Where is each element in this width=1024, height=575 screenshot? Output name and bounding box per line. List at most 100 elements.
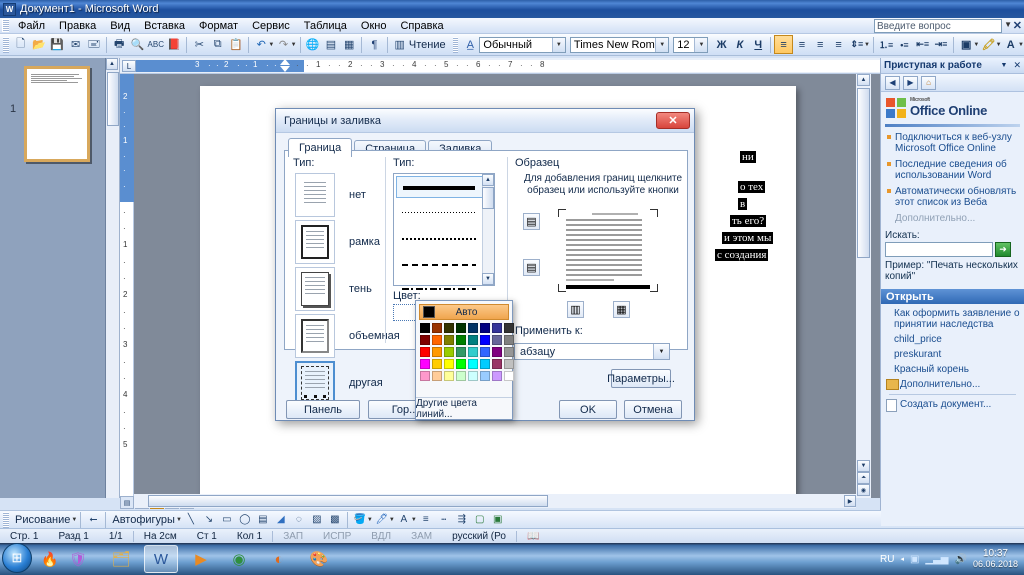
show-formatting-marks-icon[interactable]: ¶ [365, 35, 383, 54]
task-pane-link-connect[interactable]: Подключиться к веб-узлу Microsoft Office… [885, 132, 1020, 154]
bold-button[interactable]: Ж [712, 35, 730, 54]
increase-indent-button[interactable]: ⇥≡ [932, 35, 950, 54]
tray-language[interactable]: RU [880, 554, 894, 565]
cancel-button[interactable]: Отмена [624, 400, 682, 419]
recent-file-2[interactable]: child_price [885, 334, 1020, 345]
recent-file-3[interactable]: preskurant [885, 349, 1020, 360]
status-overtype[interactable]: ЗАМ [401, 531, 442, 542]
insert-table-icon[interactable]: ▦ [340, 35, 358, 54]
menu-tools[interactable]: Сервис [245, 19, 297, 33]
open-more-link[interactable]: Дополнительно... [885, 379, 1020, 390]
color-swatch-12[interactable] [468, 335, 478, 345]
status-record[interactable]: ЗАП [273, 531, 313, 542]
taskbar-clock[interactable]: 10:37 06.06.2018 [973, 548, 1018, 570]
taskbar-chrome[interactable]: ◉ [222, 545, 256, 573]
thumbnail-page-1[interactable] [24, 66, 90, 162]
color-swatch-31[interactable] [504, 359, 514, 369]
close-icon[interactable]: ✕ [1013, 60, 1021, 71]
select-objects-icon[interactable]: ⭠ [84, 512, 102, 528]
align-justify-button[interactable]: ≡ [829, 35, 847, 54]
browse-object-icon[interactable]: ◉ [857, 484, 870, 496]
close-icon[interactable]: ✕ [1013, 19, 1022, 32]
align-right-button[interactable]: ≡ [811, 35, 829, 54]
scrollbar-thumb[interactable] [107, 72, 119, 126]
status-extend[interactable]: ВДЛ [361, 531, 401, 542]
font-size-combo[interactable]: 12 ▼ [673, 36, 709, 53]
toolbar-grip-formatting[interactable] [452, 36, 459, 53]
drawing-menu[interactable]: Рисование [12, 514, 73, 526]
preview-right-border-button[interactable]: ▦ [613, 301, 630, 318]
picture-icon[interactable]: ▩ [326, 512, 344, 528]
taskbar-explorer[interactable]: 🗂 [104, 545, 138, 573]
preview-top-border-button[interactable]: ▤ [523, 213, 540, 230]
volume-icon[interactable]: 🔊 [955, 554, 967, 565]
save-icon[interactable]: 💾 [48, 35, 66, 54]
thumbnail-scrollbar[interactable]: ▲ [106, 58, 120, 498]
reading-layout-icon[interactable]: ▥ [391, 35, 409, 54]
color-swatch-6[interactable] [492, 323, 502, 333]
color-swatch-0[interactable] [420, 323, 430, 333]
taskbar-firefox[interactable]: ◐ [262, 545, 296, 573]
hanging-indent-marker[interactable] [280, 66, 290, 72]
status-language[interactable]: русский (Ро [442, 531, 516, 542]
new-document-icon[interactable]: 🗋 [12, 35, 30, 54]
options-button[interactable]: Параметры... [607, 369, 675, 388]
drawbar-grip[interactable] [3, 511, 9, 528]
line-style-dotted-fine[interactable] [394, 200, 494, 226]
color-swatch-27[interactable] [456, 359, 466, 369]
color-swatch-5[interactable] [480, 323, 490, 333]
autoshapes-menu[interactable]: Автофигуры [109, 514, 178, 526]
recent-file-4[interactable]: Красный корень [885, 364, 1020, 375]
toolbar-grip-standard[interactable] [3, 36, 9, 53]
scroll-up-icon[interactable]: ▲ [857, 74, 870, 86]
3d-style-icon[interactable]: ▣ [489, 512, 507, 528]
start-button[interactable]: ⊞ [2, 543, 32, 573]
color-swatch-36[interactable] [468, 371, 478, 381]
spellcheck-icon[interactable]: 📖 [517, 531, 549, 542]
color-swatch-23[interactable] [504, 347, 514, 357]
recent-file-1[interactable]: Как оформить заявление о принятии наслед… [885, 308, 1020, 330]
chevron-down-icon[interactable]: ▼ [1004, 20, 1012, 29]
color-swatch-37[interactable] [480, 371, 490, 381]
redo-icon[interactable]: ↷ [274, 35, 292, 54]
scrollbar-thumb[interactable] [148, 495, 548, 507]
rectangle-icon[interactable]: ▭ [218, 512, 236, 528]
line-icon[interactable]: ╲ [182, 512, 200, 528]
color-swatch-8[interactable] [420, 335, 430, 345]
taskbar-media-player[interactable]: ▶ [184, 545, 218, 573]
chevron-down-icon[interactable]: ▼ [71, 517, 77, 523]
scroll-right-icon[interactable]: ▶ [844, 495, 856, 507]
network-icon[interactable]: ▁▃▅ [925, 554, 948, 565]
shadow-style-icon[interactable]: ▢ [471, 512, 489, 528]
style-combo[interactable]: Обычный ▼ [479, 36, 566, 53]
preview-box[interactable] [558, 209, 658, 292]
reading-layout-label[interactable]: Чтение [409, 39, 446, 51]
document-vertical-scrollbar[interactable]: ▲ ▼ ⏶ ◉ [856, 74, 871, 498]
color-swatch-2[interactable] [444, 323, 454, 333]
align-center-button[interactable]: ≡ [793, 35, 811, 54]
styles-formatting-icon[interactable]: A̲ [461, 35, 479, 54]
status-track-changes[interactable]: ИСПР [313, 531, 361, 542]
print-preview-icon[interactable]: 🔍 [128, 35, 146, 54]
menu-table[interactable]: Таблица [297, 19, 354, 33]
color-swatch-35[interactable] [456, 371, 466, 381]
color-swatch-21[interactable] [480, 347, 490, 357]
menu-insert[interactable]: Вставка [137, 19, 192, 33]
shield-icon[interactable]: 🛡 [66, 547, 90, 571]
taskbar-word[interactable]: W [144, 545, 178, 573]
textbox-icon[interactable]: ▤ [254, 512, 272, 528]
browse-prev-icon[interactable]: ⏶ [857, 472, 870, 484]
color-swatch-13[interactable] [480, 335, 490, 345]
color-swatch-4[interactable] [468, 323, 478, 333]
line-style-icon[interactable]: ≡ [417, 512, 435, 528]
search-go-button[interactable]: ➜ [995, 242, 1011, 257]
tab-border[interactable]: Граница [288, 138, 353, 157]
color-swatch-33[interactable] [432, 371, 442, 381]
menu-format[interactable]: Формат [192, 19, 245, 33]
underline-button[interactable]: Ч [749, 35, 767, 54]
undo-icon[interactable]: ↶ [252, 35, 270, 54]
vertical-ruler[interactable]: 2 · · 1 · · · · · 1 · · 2 · · 3 · · 4 · … [120, 74, 134, 498]
color-swatch-11[interactable] [456, 335, 466, 345]
menu-view[interactable]: Вид [103, 19, 137, 33]
email-icon[interactable]: ✉ [66, 35, 84, 54]
